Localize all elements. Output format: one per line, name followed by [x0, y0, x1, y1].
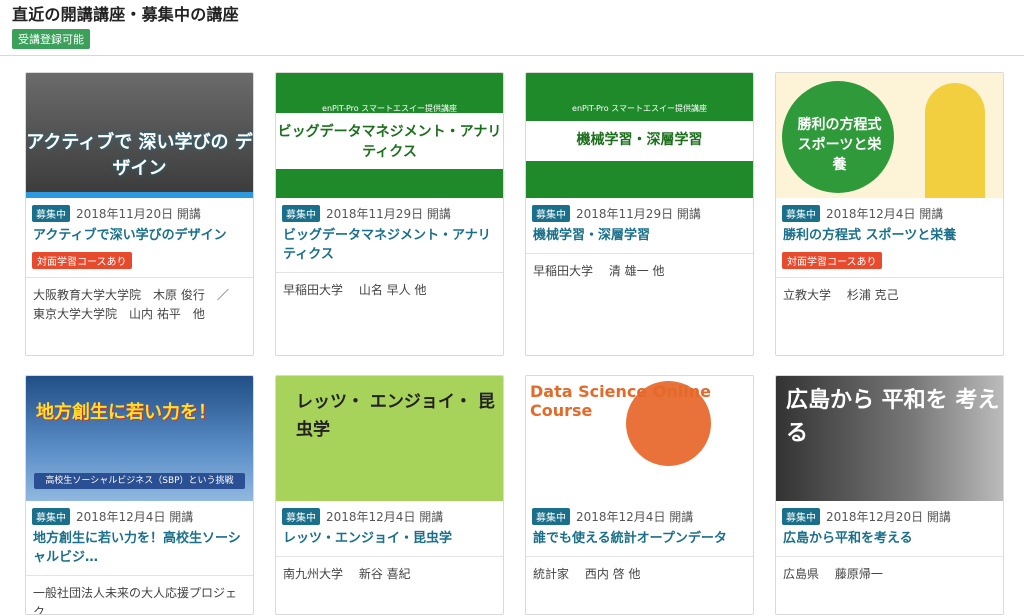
thumbnail-caption: 広島から 平和を 考える — [786, 388, 1000, 446]
course-card[interactable]: 広島から 平和を 考える 募集中 2018年12月20日 開講 広島から平和を考… — [775, 375, 1004, 615]
course-title[interactable]: ビッグデータマネジメント・アナリティクス — [276, 222, 503, 264]
status-badge: 募集中 — [782, 205, 820, 222]
start-date: 2018年12月4日 開講 — [326, 510, 444, 524]
course-card[interactable]: 地方創生に若い力を！ 高校生ソーシャルビジネス（SBP）という挑戦 募集中 20… — [25, 375, 254, 615]
course-thumbnail[interactable]: enPiT-Pro スマートエスイー提供講座 ビッグデータマネジメント・アナリテ… — [276, 73, 503, 198]
instructor-info: 統計家 西内 啓 他 — [533, 567, 641, 581]
status-badge: 募集中 — [532, 205, 570, 222]
start-date: 2018年12月20日 開講 — [826, 510, 951, 524]
status-badge: 募集中 — [532, 508, 570, 525]
start-date: 2018年12月4日 開講 — [826, 207, 944, 221]
course-card[interactable]: enPiT-Pro スマートエスイー提供講座 機械学習・深層学習 募集中 201… — [525, 72, 754, 356]
start-date: 2018年12月4日 開講 — [576, 510, 694, 524]
page-title: 直近の開講講座・募集中の講座 — [12, 5, 239, 24]
instructor-info: 早稲田大学 清 雄一 他 — [533, 264, 665, 278]
status-badge: 募集中 — [32, 508, 70, 525]
start-date: 2018年11月20日 開講 — [76, 207, 201, 221]
thumbnail-caption: Data Science Online Course — [530, 382, 711, 420]
start-date: 2018年11月29日 開講 — [326, 207, 451, 221]
course-card[interactable]: enPiT-Pro スマートエスイー提供講座 ビッグデータマネジメント・アナリテ… — [275, 72, 504, 356]
instructor-info: 立教大学 杉浦 克己 — [783, 288, 899, 302]
status-badge: 募集中 — [782, 508, 820, 525]
status-badge: 募集中 — [32, 205, 70, 222]
face-to-face-badge: 対面学習コースあり — [782, 252, 882, 269]
course-thumbnail[interactable]: 広島から 平和を 考える — [776, 376, 1003, 501]
divider — [0, 55, 1024, 56]
instructor-info: 広島県 藤原帰一 — [783, 567, 883, 581]
course-title[interactable]: レッツ・エンジョイ・昆虫学 — [276, 525, 503, 548]
thumbnail-subcaption: 高校生ソーシャルビジネス（SBP）という挑戦 — [34, 473, 245, 489]
registration-available-badge[interactable]: 受講登録可能 — [12, 29, 90, 49]
course-card[interactable]: 勝利の方程式 スポーツと栄養 募集中 2018年12月4日 開講 勝利の方程式 … — [775, 72, 1004, 356]
face-to-face-badge: 対面学習コースあり — [32, 252, 132, 269]
thumbnail-caption: ビッグデータマネジメント・アナリティクス — [277, 124, 502, 160]
status-badge: 募集中 — [282, 508, 320, 525]
thumbnail-caption: アクティブで 深い学びの デザイン — [26, 132, 253, 179]
course-title[interactable]: 地方創生に若い力を！高校生ソーシャルビジ… — [26, 525, 253, 567]
thumbnail-subcaption: enPiT-Pro スマートエスイー提供講座 — [572, 104, 707, 113]
course-title[interactable]: アクティブで深い学びのデザイン — [26, 222, 253, 245]
course-thumbnail[interactable]: レッツ・ エンジョイ・ 昆虫学 — [276, 376, 503, 501]
status-badge: 募集中 — [282, 205, 320, 222]
thumbnail-caption: 勝利の方程式 スポーツと栄養 — [797, 117, 882, 173]
course-thumbnail[interactable]: Data Science Online Course — [526, 376, 753, 501]
course-title[interactable]: 勝利の方程式 スポーツと栄養 — [776, 222, 1003, 245]
course-thumbnail[interactable]: 勝利の方程式 スポーツと栄養 — [776, 73, 1003, 198]
thumbnail-caption: 機械学習・深層学習 — [576, 132, 703, 148]
instructor-info: 早稲田大学 山名 早人 他 — [283, 283, 427, 297]
course-card[interactable]: Data Science Online Course 募集中 2018年12月4… — [525, 375, 754, 615]
thumbnail-caption: レッツ・ エンジョイ・ 昆虫学 — [296, 392, 495, 440]
course-title[interactable]: 広島から平和を考える — [776, 525, 1003, 548]
start-date: 2018年11月29日 開講 — [576, 207, 701, 221]
course-thumbnail[interactable]: 地方創生に若い力を！ 高校生ソーシャルビジネス（SBP）という挑戦 — [26, 376, 253, 501]
instructor-info: 南九州大学 新谷 喜紀 — [283, 567, 411, 581]
course-title[interactable]: 誰でも使える統計オープンデータ — [526, 525, 753, 548]
course-title[interactable]: 機械学習・深層学習 — [526, 222, 753, 245]
header: 直近の開講講座・募集中の講座 受講登録可能 — [12, 0, 239, 49]
course-card[interactable]: アクティブで 深い学びの デザイン 募集中 2018年11月20日 開講 アクテ… — [25, 72, 254, 356]
course-card[interactable]: レッツ・ エンジョイ・ 昆虫学 募集中 2018年12月4日 開講 レッツ・エン… — [275, 375, 504, 615]
course-thumbnail[interactable]: アクティブで 深い学びの デザイン — [26, 73, 253, 198]
start-date: 2018年12月4日 開講 — [76, 510, 194, 524]
instructor-info: 一般社団法人未来の大人応援プロジェク — [33, 586, 238, 615]
course-thumbnail[interactable]: enPiT-Pro スマートエスイー提供講座 機械学習・深層学習 — [526, 73, 753, 198]
instructor-info: 大阪教育大学大学院 木原 俊行 ／ 東京大学大学院 山内 祐平 他 — [33, 288, 241, 321]
thumbnail-caption: 地方創生に若い力を！ — [36, 402, 216, 423]
